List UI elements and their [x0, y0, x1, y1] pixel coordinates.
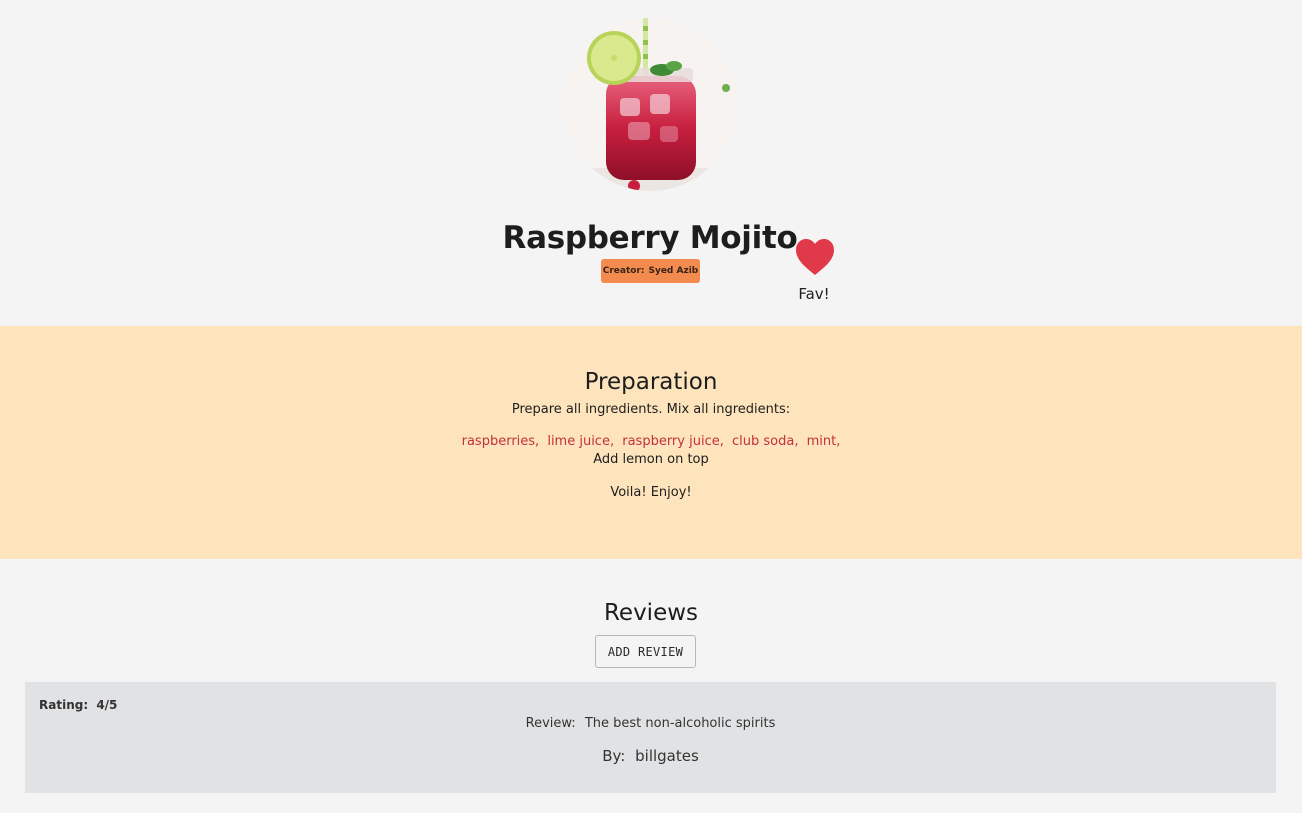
- review-label: Review:: [525, 716, 576, 731]
- add-review-button[interactable]: ADD REVIEW: [595, 635, 696, 668]
- ingredient-item: lime juice,: [547, 434, 615, 449]
- heart-icon[interactable]: [795, 238, 835, 276]
- ingredient-list: raspberries, lime juice, raspberry juice…: [0, 434, 1302, 449]
- author-name: billgates: [635, 747, 699, 765]
- preparation-section: Preparation Prepare all ingredients. Mix…: [0, 326, 1302, 559]
- preparation-step: Add lemon on top: [593, 452, 709, 467]
- creator-label: Creator:: [602, 266, 645, 276]
- preparation-heading: Preparation: [584, 369, 718, 395]
- creator-badge: Creator: Syed Azib: [601, 259, 700, 283]
- ingredient-item: raspberries,: [461, 434, 540, 449]
- ingredient-item: mint,: [806, 434, 841, 449]
- by-label: By:: [602, 747, 626, 765]
- recipe-header: Raspberry Mojito Creator: Syed Azib Fav!: [0, 0, 1302, 326]
- preparation-outro: Voila! Enjoy!: [610, 485, 692, 500]
- review-author: By: billgates: [25, 747, 1276, 765]
- ingredient-item: club soda,: [732, 434, 799, 449]
- review-card: Rating: 4/5 Review: The best non-alcohol…: [25, 682, 1276, 793]
- reviews-heading: Reviews: [603, 600, 699, 626]
- preparation-intro: Prepare all ingredients. Mix all ingredi…: [511, 402, 791, 417]
- review-rating: Rating: 4/5: [39, 698, 117, 712]
- fav-label: Fav!: [798, 285, 830, 303]
- creator-name: Syed Azib: [648, 266, 699, 276]
- drink-photo: [564, 18, 737, 191]
- rating-value: 4/5: [96, 698, 118, 712]
- review-text: Review: The best non-alcoholic spirits: [25, 716, 1276, 731]
- ingredient-item: raspberry juice,: [622, 434, 724, 449]
- recipe-title: Raspberry Mojito: [502, 220, 798, 256]
- review-body: The best non-alcoholic spirits: [584, 716, 776, 731]
- rating-label: Rating:: [39, 698, 89, 712]
